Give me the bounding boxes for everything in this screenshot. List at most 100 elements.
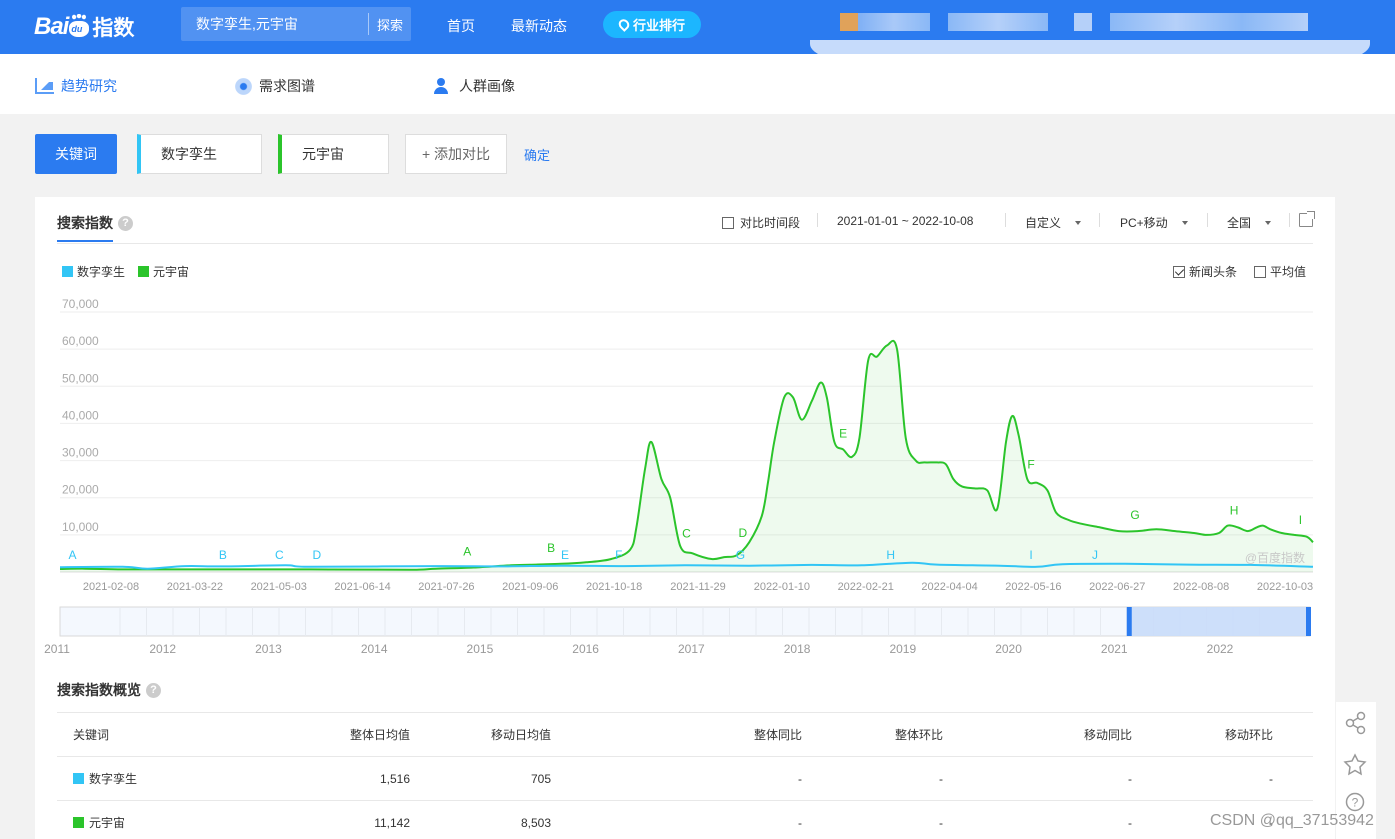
navigator-year-label: 2011	[44, 642, 70, 656]
x-tick-label: 2022-06-27	[1089, 581, 1145, 593]
search-index-chart[interactable]: 70,000 60,000 50,000 40,000 30,000 20,000 10,0…	[35, 197, 1335, 667]
event-annotation[interactable]: B	[219, 548, 227, 562]
event-annotation[interactable]: F	[1027, 458, 1034, 472]
trend-icon	[35, 78, 54, 94]
value-cell: 1,516	[207, 756, 418, 801]
y-tick-label: 70,000	[62, 297, 99, 311]
keyword-field-2[interactable]: 元宇宙	[278, 134, 389, 174]
navigator-handle-left[interactable]	[1126, 607, 1132, 636]
x-tick-label: 2022-08-08	[1173, 581, 1229, 593]
col-overall-yoy: 整体同比	[559, 712, 810, 757]
help-icon[interactable]: ?	[146, 682, 161, 698]
col-overall-avg: 整体日均值	[207, 712, 418, 757]
confirm-link[interactable]: 确定	[524, 145, 550, 164]
blurred-block	[1074, 13, 1092, 31]
tab-demand[interactable]: 需求图谱	[235, 76, 315, 96]
tab-crowd-label: 人群画像	[459, 78, 515, 94]
navigator-year-label: 2019	[889, 642, 916, 656]
target-icon	[235, 77, 252, 95]
add-compare-button[interactable]: + 添加对比	[405, 134, 507, 174]
y-tick-label: 50,000	[62, 371, 99, 385]
search-input[interactable]: 数字孪生,元宇宙	[181, 14, 368, 34]
keyword-field-1[interactable]: 数字孪生	[137, 134, 262, 174]
logo-text-du: du	[71, 24, 83, 34]
event-annotation[interactable]: F	[615, 548, 622, 562]
event-annotation[interactable]: I	[1029, 548, 1032, 562]
industry-rank-button[interactable]: 行业排行	[603, 11, 701, 38]
col-overall-mom: 整体环比	[810, 712, 951, 757]
event-annotation[interactable]: I	[1299, 513, 1302, 527]
tab-trend[interactable]: 趋势研究	[35, 76, 117, 96]
navigator-selection[interactable]	[1128, 607, 1310, 636]
x-tick-label: 2021-02-08	[83, 581, 139, 593]
csdn-credit: CSDN @qq_37153942	[1210, 812, 1374, 829]
x-tick-label: 2021-07-26	[418, 581, 474, 593]
value-cell: -	[559, 800, 810, 839]
person-icon	[434, 78, 452, 94]
navigator-year-label: 2015	[467, 642, 494, 656]
keyword-name: 元宇宙	[89, 816, 126, 830]
x-tick-label: 2021-06-14	[334, 581, 390, 593]
event-annotation[interactable]: A	[69, 548, 77, 562]
event-annotation[interactable]: H	[886, 548, 895, 562]
tab-crowd[interactable]: 人群画像	[434, 76, 515, 96]
event-annotation[interactable]: B	[547, 541, 555, 555]
navigator-year-label: 2014	[361, 642, 388, 656]
summary-table: 关键词 整体日均值 移动日均值 整体同比 整体环比 移动同比 移动环比 数字孪生…	[57, 712, 1313, 839]
event-annotation[interactable]: C	[275, 548, 284, 562]
logo-text-zhishu: 指数	[92, 17, 135, 40]
keyword-cell: 数字孪生	[57, 756, 207, 801]
value-cell: -	[951, 756, 1140, 801]
sub-nav: 趋势研究 需求图谱 人群画像	[0, 54, 1395, 114]
navigator-year-label: 2018	[784, 642, 811, 656]
event-annotation[interactable]: D	[313, 548, 322, 562]
event-annotation[interactable]: J	[1092, 548, 1098, 562]
event-annotation[interactable]: A	[463, 545, 471, 559]
search-button[interactable]: 探索	[369, 15, 411, 34]
tab-demand-label: 需求图谱	[259, 78, 315, 94]
keyword-cell: 元宇宙	[57, 800, 207, 839]
col-mobile-avg: 移动日均值	[418, 712, 559, 757]
value-cell: -	[951, 800, 1140, 839]
x-tick-label: 2021-05-03	[251, 581, 307, 593]
top-bar: Bai du 指数 数字孪生,元宇宙 探索 首页 最新动态 行业排行	[0, 0, 1395, 64]
navigator-handle-right[interactable]	[1306, 607, 1311, 636]
blurred-block	[858, 13, 930, 31]
event-annotation[interactable]: G	[1130, 508, 1139, 522]
table-row: 数字孪生 1,516 705 - - - -	[57, 756, 1313, 801]
tab-trend-label: 趋势研究	[61, 78, 117, 94]
x-tick-label: 2021-11-29	[670, 581, 725, 593]
event-annotation[interactable]: C	[682, 527, 691, 541]
keyword-button[interactable]: 关键词	[35, 134, 117, 174]
nav-home[interactable]: 首页	[447, 16, 475, 36]
blurred-block	[840, 13, 858, 31]
baidu-index-logo[interactable]: Bai du 指数	[34, 9, 134, 45]
event-annotation[interactable]: D	[739, 526, 748, 540]
y-tick-label: 30,000	[62, 446, 99, 460]
navigator-year-label: 2022	[1207, 642, 1234, 656]
x-tick-label: 2022-01-10	[754, 581, 810, 593]
nav-news[interactable]: 最新动态	[511, 16, 567, 36]
share-icon[interactable]	[1345, 711, 1366, 735]
location-icon	[616, 17, 632, 32]
navigator-track[interactable]	[59, 606, 1311, 637]
col-mobile-mom: 移动环比	[1140, 712, 1281, 757]
navigator-year-label: 2012	[149, 642, 176, 656]
star-icon[interactable]	[1343, 753, 1367, 776]
blurred-block	[948, 13, 1048, 31]
event-annotation[interactable]: E	[839, 426, 847, 440]
event-annotation[interactable]: H	[1230, 504, 1239, 518]
search-box[interactable]: 数字孪生,元宇宙 探索	[181, 7, 411, 41]
summary-title-text: 搜索指数概览	[57, 682, 141, 698]
event-annotation[interactable]: E	[561, 548, 569, 562]
navigator-year-label: 2020	[995, 642, 1022, 656]
table-row: 元宇宙 11,142 8,503 - - - -	[57, 800, 1313, 839]
col-keyword: 关键词	[57, 712, 207, 757]
logo-text-bai: Bai	[34, 13, 69, 40]
event-annotation[interactable]: G	[736, 548, 745, 562]
help-circle-icon[interactable]: ?	[1345, 792, 1365, 812]
chart-watermark: @百度指数	[1245, 550, 1305, 565]
navigator-year-label: 2017	[678, 642, 705, 656]
x-tick-label: 2022-02-21	[838, 581, 894, 593]
value-cell: 8,503	[418, 800, 559, 839]
